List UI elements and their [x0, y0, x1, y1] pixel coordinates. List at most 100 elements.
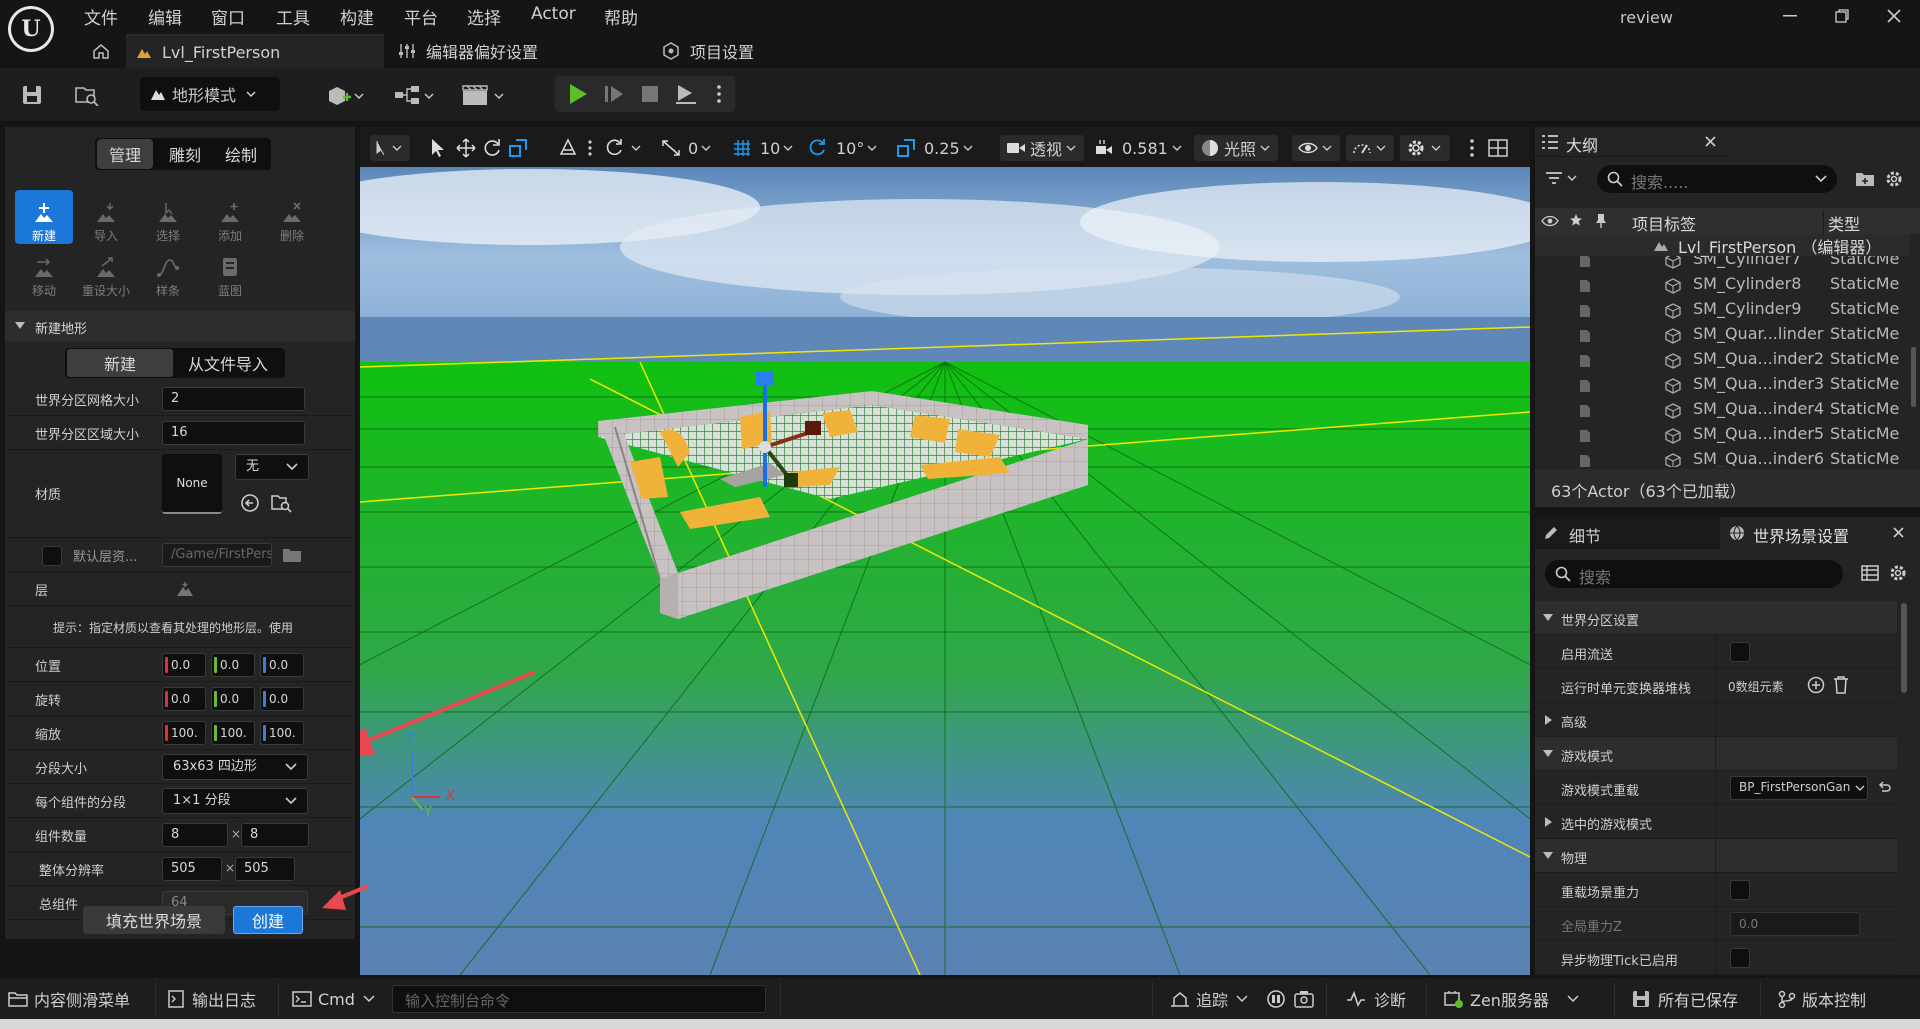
- list-item[interactable]: SM_Cylinder8 StaticMe: [1535, 273, 1910, 298]
- col-type[interactable]: 类型: [1823, 211, 1860, 235]
- visibility-eye-icon[interactable]: [1541, 215, 1559, 227]
- add-actor-button[interactable]: [322, 80, 368, 110]
- rotation-x[interactable]: 0.0: [162, 687, 206, 711]
- source-control-button[interactable]: 版本控制: [1778, 986, 1866, 1012]
- list-item[interactable]: SM_Qua...inder3 StaticMe: [1535, 373, 1910, 398]
- diagnostics-button[interactable]: 诊断: [1346, 986, 1406, 1012]
- screenshot-icon[interactable]: [1294, 986, 1314, 1012]
- play-icon[interactable]: [562, 80, 594, 108]
- list-item[interactable]: SM_Qua...inder2 StaticMe: [1535, 348, 1910, 373]
- minimize-icon[interactable]: [1778, 4, 1802, 28]
- browse-asset-icon[interactable]: [269, 492, 293, 514]
- advance-frame-icon[interactable]: [598, 80, 630, 108]
- home-icon[interactable]: [88, 38, 114, 64]
- enable-streaming-checkbox[interactable]: [1730, 642, 1750, 662]
- close-icon[interactable]: [1893, 527, 1904, 538]
- tool-resize[interactable]: 重设大小: [77, 245, 135, 299]
- trace-button[interactable]: 追踪: [1170, 986, 1248, 1012]
- sections-per-comp-dropdown[interactable]: 1×1 分段: [162, 788, 308, 814]
- subtab-manage[interactable]: 管理: [97, 139, 153, 169]
- global-gravity-input[interactable]: 0.0: [1730, 912, 1860, 936]
- level-viewport[interactable]: Z X Y: [360, 167, 1530, 975]
- tool-select[interactable]: 选择: [139, 190, 197, 244]
- save-icon[interactable]: [18, 82, 46, 108]
- col-item-label[interactable]: 项目标签: [1632, 211, 1696, 235]
- tool-delete[interactable]: 删除: [263, 190, 321, 244]
- scale-y[interactable]: 100.: [211, 721, 255, 745]
- list-item[interactable]: SM_Qua...inder6 StaticMe: [1535, 448, 1910, 467]
- menu-tools[interactable]: 工具: [276, 4, 310, 29]
- scale-x[interactable]: 100.: [162, 721, 206, 745]
- tool-new[interactable]: 新建: [15, 190, 73, 244]
- tool-add[interactable]: 添加: [201, 190, 259, 244]
- performance-button[interactable]: [1346, 135, 1394, 161]
- close-icon[interactable]: [1705, 136, 1716, 147]
- outliner-root[interactable]: Lvl_FirstPerson （编辑器）: [1535, 234, 1910, 257]
- details-search[interactable]: 搜索: [1545, 560, 1843, 588]
- rotation-snap-button[interactable]: 10°: [808, 135, 877, 161]
- tool-import[interactable]: 导入: [77, 190, 135, 244]
- more-options-icon[interactable]: [588, 135, 592, 161]
- tab-details[interactable]: 细节: [1535, 517, 1720, 549]
- list-item[interactable]: SM_Qua...inder4 StaticMe: [1535, 398, 1910, 423]
- tool-blueprint[interactable]: 蓝图: [201, 245, 259, 299]
- list-item[interactable]: SM_Quar...linder StaticMe: [1535, 323, 1910, 348]
- fill-world-button[interactable]: 填充世界场景: [83, 906, 225, 934]
- row-advanced[interactable]: 高级: [1535, 703, 1897, 737]
- select-mode-button[interactable]: [370, 135, 410, 161]
- output-log-button[interactable]: 输出日志: [168, 986, 256, 1012]
- cursor-tool-icon[interactable]: [430, 135, 446, 161]
- grid-size-input[interactable]: 2: [162, 387, 305, 411]
- details-settings-icon[interactable]: [1889, 564, 1907, 582]
- override-gravity-checkbox[interactable]: [1730, 880, 1750, 900]
- reset-icon[interactable]: [1877, 780, 1891, 794]
- gamemode-dropdown[interactable]: BP_FirstPersonGan: [1730, 776, 1868, 800]
- restore-icon[interactable]: [1830, 4, 1854, 28]
- layout-icon[interactable]: [1488, 135, 1508, 161]
- default-layer-checkbox[interactable]: [42, 546, 62, 566]
- record-icon[interactable]: [1266, 986, 1286, 1012]
- menu-edit[interactable]: 编辑: [148, 4, 182, 29]
- section-new-landscape[interactable]: 新建地形: [5, 311, 355, 341]
- tab-level[interactable]: Lvl_FirstPerson: [126, 34, 384, 68]
- list-item[interactable]: SM_Cylinder7 StaticMe: [1535, 256, 1910, 273]
- menu-file[interactable]: 文件: [84, 4, 118, 29]
- view-mode-button[interactable]: 透视: [1000, 135, 1084, 161]
- category-game-mode[interactable]: 游戏模式: [1535, 737, 1897, 771]
- resolution-y[interactable]: 505: [235, 857, 295, 881]
- play-options-icon[interactable]: [708, 80, 730, 108]
- location-y[interactable]: 0.0: [211, 653, 255, 677]
- blueprint-menu-button[interactable]: [392, 80, 438, 110]
- menu-help[interactable]: 帮助: [604, 4, 638, 29]
- surface-snap-icon[interactable]: [558, 135, 578, 161]
- folder-icon[interactable]: [280, 545, 304, 565]
- close-window-icon[interactable]: [1882, 4, 1906, 28]
- material-thumbnail[interactable]: None: [162, 454, 222, 514]
- mode-import-button[interactable]: 从文件导入: [173, 349, 283, 377]
- viewport-options-icon[interactable]: [1470, 135, 1474, 161]
- content-drawer-button[interactable]: 内容侧滑菜单: [8, 986, 130, 1012]
- section-size-dropdown[interactable]: 63x63 四边形: [162, 754, 308, 780]
- star-icon[interactable]: [1569, 213, 1583, 227]
- category-world-partition[interactable]: 世界分区设置: [1535, 601, 1897, 635]
- list-item[interactable]: SM_Cylinder9 StaticMe: [1535, 298, 1910, 323]
- viewport-settings-button[interactable]: [1400, 135, 1450, 161]
- coordinate-space-button[interactable]: [606, 135, 644, 161]
- eject-icon[interactable]: [670, 80, 702, 108]
- material-dropdown[interactable]: 无: [235, 454, 309, 480]
- region-size-input[interactable]: 16: [162, 421, 305, 445]
- row-selected-gamemode[interactable]: 选中的游戏模式: [1535, 805, 1897, 839]
- cmd-dropdown[interactable]: Cmd: [292, 986, 375, 1012]
- translate-tool-icon[interactable]: [456, 135, 476, 161]
- menu-actor[interactable]: Actor: [531, 4, 576, 24]
- camera-speed-button[interactable]: 0.581: [1094, 135, 1182, 161]
- tool-spline[interactable]: 样条: [139, 245, 197, 299]
- cinematics-button[interactable]: [460, 80, 508, 110]
- default-layer-path[interactable]: /Game/FirstPers: [162, 543, 272, 567]
- location-x[interactable]: 0.0: [162, 653, 206, 677]
- async-physics-checkbox[interactable]: [1730, 948, 1750, 968]
- stop-icon[interactable]: [634, 80, 666, 108]
- add-folder-icon[interactable]: [1855, 171, 1875, 187]
- console-input[interactable]: 输入控制台命令: [392, 985, 766, 1013]
- mode-new-button[interactable]: 新建: [67, 349, 173, 377]
